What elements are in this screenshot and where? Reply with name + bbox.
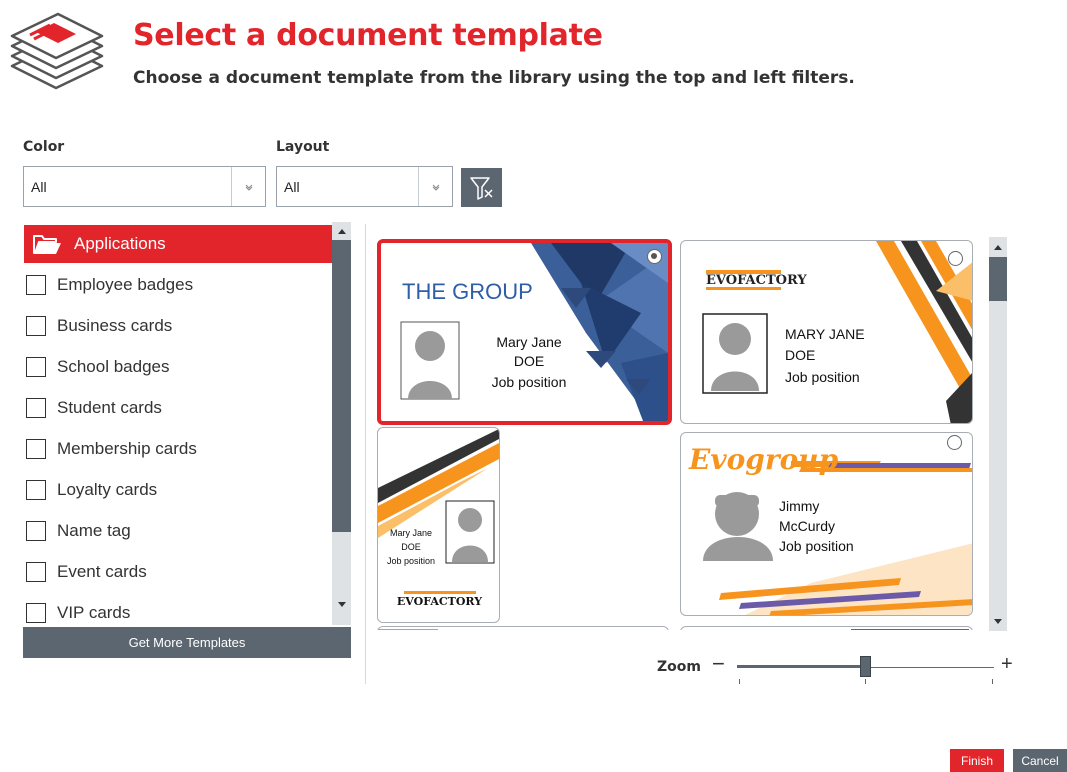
color-filter-label: Color [23,139,65,155]
card-select-radio[interactable] [647,249,662,264]
card-name-line2: McCurdy [779,518,836,534]
card-company-label: Evogroup [689,443,839,476]
layout-filter-select[interactable]: All [276,166,453,207]
card-background-graphic [851,629,969,630]
checkbox[interactable] [26,521,46,541]
card-select-radio[interactable] [948,251,963,266]
card-job-line: Job position [386,556,436,566]
page-title: Select a document template [133,18,603,53]
finish-button[interactable]: Finish [950,749,1004,772]
card-name-line1: MARY JANE [785,326,865,342]
zoom-slider-thumb[interactable] [860,656,871,677]
template-grid: THE GROUP Mary Jane DOE Job position EVO… [375,236,975,630]
color-filter-select[interactable]: All [23,166,266,207]
category-item-label: School badges [57,357,170,376]
color-filter-value: All [31,178,47,195]
template-card-partial[interactable] [377,626,669,630]
clear-filters-button[interactable] [461,168,502,207]
card-background-graphic [378,428,499,594]
panel-divider [365,224,366,684]
category-item-label: Loyalty cards [57,480,158,499]
card-job-line: Job position [785,369,860,385]
category-item-label: Event cards [57,562,147,581]
checkbox[interactable] [26,398,46,418]
zoom-tick [865,679,866,684]
card-company-label: EVOFACTORY [706,273,807,288]
template-card-evofactory-landscape[interactable]: EVOFACTORY MARY JANE DOE Job position [680,240,973,424]
category-item-label: Employee badges [57,275,194,294]
scroll-up-arrow-icon[interactable] [332,223,351,239]
card-job-line: Job position [491,374,567,390]
category-item-label: Name tag [57,521,131,540]
template-grid-scrollbar[interactable] [989,237,1007,631]
card-job-line: Job position [779,538,854,554]
category-item-label: Membership cards [57,439,197,458]
zoom-tick [739,679,740,684]
zoom-slider-fill [737,665,866,668]
card-name-line1: Mary Jane [496,334,562,350]
category-list: Applications Employee badges Business ca… [23,222,351,625]
checkbox[interactable] [26,439,46,459]
category-header-applications[interactable]: Applications [24,225,332,263]
checkbox[interactable] [26,562,46,582]
category-item-label: Business cards [57,316,173,335]
layout-filter-label: Layout [276,139,330,155]
category-item-business-cards[interactable]: Business cards [26,311,172,341]
category-item-employee-badges[interactable]: Employee badges [26,270,193,300]
category-item-membership-cards[interactable]: Membership cards [26,434,197,464]
card-name-line2: DOE [401,542,421,552]
scroll-down-arrow-icon[interactable] [332,596,351,612]
category-header-label: Applications [74,234,166,253]
card-name-line1: Mary Jane [389,528,433,538]
template-card-evogroup[interactable]: Evogroup Jimmy McCurdy Job position [680,432,973,616]
category-item-vip-cards[interactable]: VIP cards [26,598,130,625]
chevron-down-icon[interactable] [418,167,452,206]
layout-filter-value: All [284,178,300,195]
scrollbar-thumb[interactable] [332,240,351,532]
folder-open-icon [33,235,61,254]
card-name-line1: Jimmy [779,498,820,514]
category-item-student-cards[interactable]: Student cards [26,393,162,423]
document-stack-icon [10,12,104,90]
template-selection-dialog: Select a document template Choose a docu… [0,0,1067,772]
card-name-line2: DOE [785,347,816,363]
category-item-label: VIP cards [57,603,131,622]
category-item-event-cards[interactable]: Event cards [26,557,147,587]
card-company-label: THE GROUP [402,279,533,304]
scroll-down-arrow-icon[interactable] [989,613,1007,629]
template-card-partial[interactable] [680,626,973,630]
category-item-name-tag[interactable]: Name tag [26,516,131,546]
template-card-the-group[interactable]: THE GROUP Mary Jane DOE Job position [377,239,672,425]
category-scrollbar[interactable] [332,222,351,625]
scrollbar-thumb[interactable] [989,257,1007,301]
page-subtitle: Choose a document template from the libr… [133,68,855,88]
card-company-label: EVOFACTORY [396,595,483,608]
card-background-graphic [400,243,668,421]
card-name-line2: DOE [513,353,545,369]
zoom-tick [992,679,993,684]
checkbox[interactable] [26,316,46,336]
zoom-in-button[interactable]: + [1001,653,1013,676]
checkbox[interactable] [26,275,46,295]
cancel-button[interactable]: Cancel [1013,749,1067,772]
template-card-evofactory-portrait[interactable]: Mary Jane DOE Job position EVOFACTORY [377,427,500,623]
checkbox[interactable] [26,357,46,377]
category-item-school-badges[interactable]: School badges [26,352,169,382]
zoom-label: Zoom [657,659,701,675]
category-item-label: Student cards [57,398,162,417]
checkbox[interactable] [26,480,46,500]
scroll-up-arrow-icon[interactable] [989,239,1007,255]
checkbox[interactable] [26,603,46,623]
zoom-out-button[interactable]: − [712,651,725,677]
get-more-templates-button[interactable]: Get More Templates [23,627,351,658]
card-select-radio[interactable] [947,435,962,450]
chevron-down-icon[interactable] [231,167,265,206]
card-background-graphic [378,629,438,630]
category-item-loyalty-cards[interactable]: Loyalty cards [26,475,157,505]
clear-filter-icon [469,176,493,200]
